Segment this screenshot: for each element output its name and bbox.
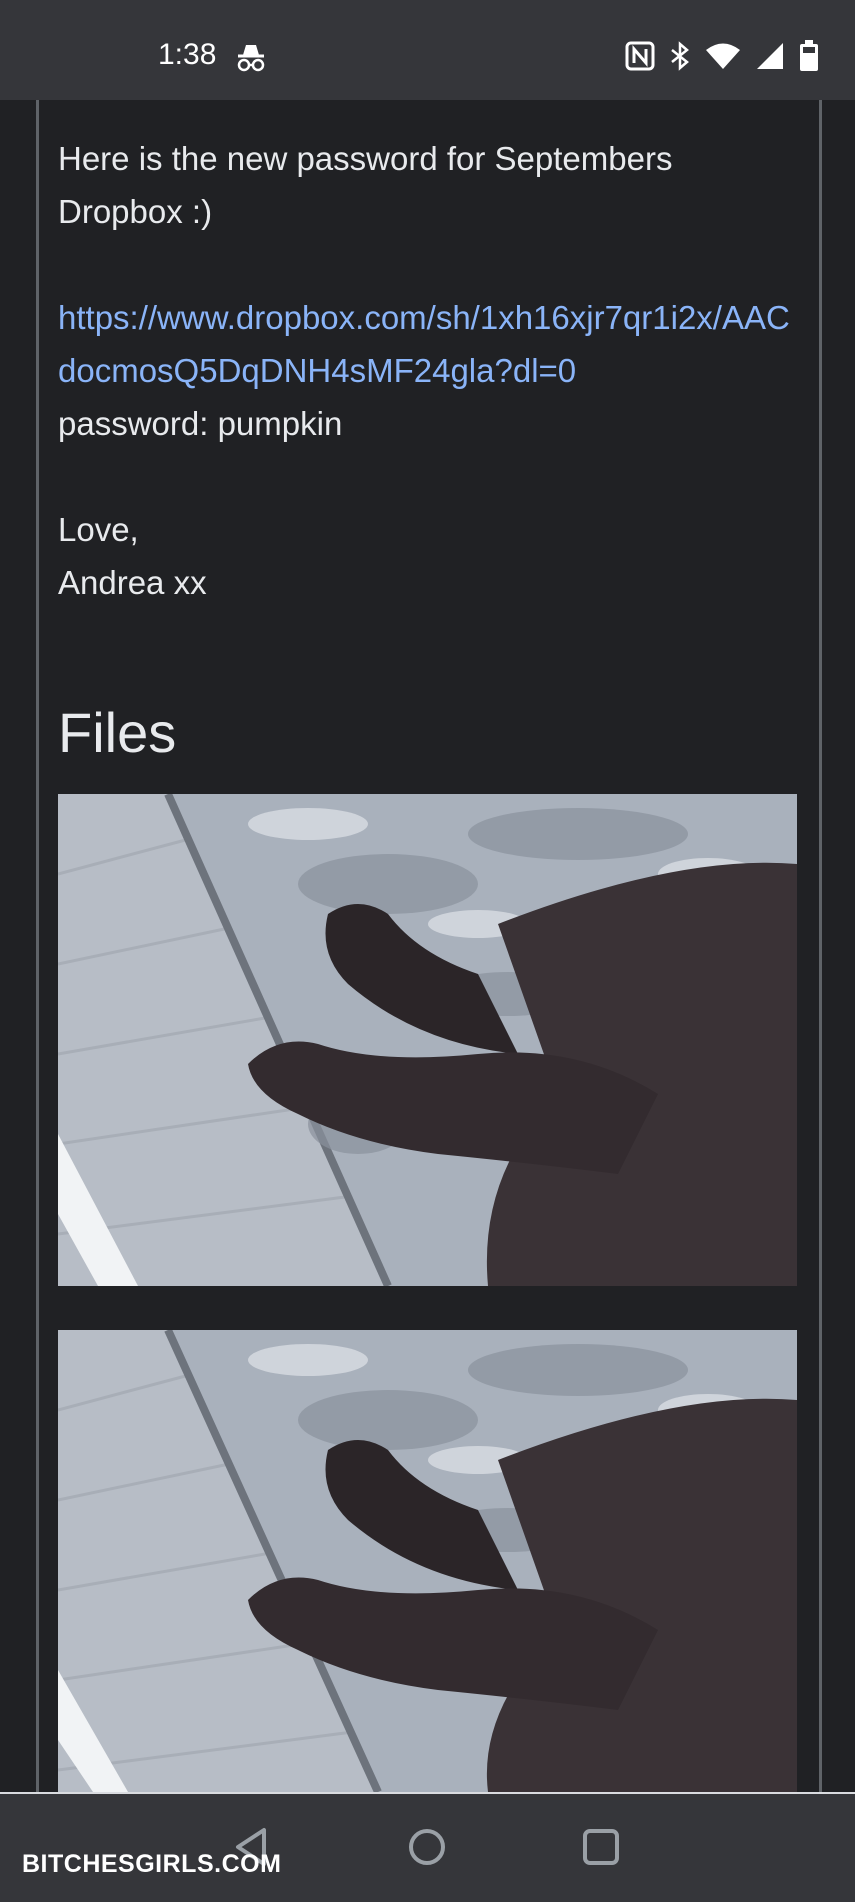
status-icons xyxy=(625,40,819,72)
status-bar: 1:38 xyxy=(0,0,855,100)
files-heading: Files xyxy=(58,701,177,764)
message-body: Here is the new password for Septembers … xyxy=(58,132,798,609)
recents-icon[interactable] xyxy=(576,1822,626,1872)
signature: Andrea xx xyxy=(58,564,207,601)
signal-icon xyxy=(757,43,783,69)
bluetooth-icon xyxy=(671,41,689,71)
file-image[interactable] xyxy=(58,1330,797,1792)
status-time: 1:38 xyxy=(158,38,217,71)
incognito-icon xyxy=(237,45,265,72)
closing-line: Love, xyxy=(58,511,139,548)
navigation-bar xyxy=(0,1792,855,1902)
wifi-icon xyxy=(706,43,740,69)
message-line: Here is the new password for Septembers … xyxy=(58,140,673,230)
password-line: password: pumpkin xyxy=(58,405,343,442)
dropbox-link[interactable]: https://www.dropbox.com/sh/1xh16xjr7qr1i… xyxy=(58,299,790,389)
file-image[interactable] xyxy=(58,794,797,1286)
watermark: BITCHESGIRLS.COM xyxy=(22,1850,282,1878)
battery-icon xyxy=(800,40,818,71)
nfc-icon xyxy=(625,41,655,71)
home-icon[interactable] xyxy=(402,1822,452,1872)
